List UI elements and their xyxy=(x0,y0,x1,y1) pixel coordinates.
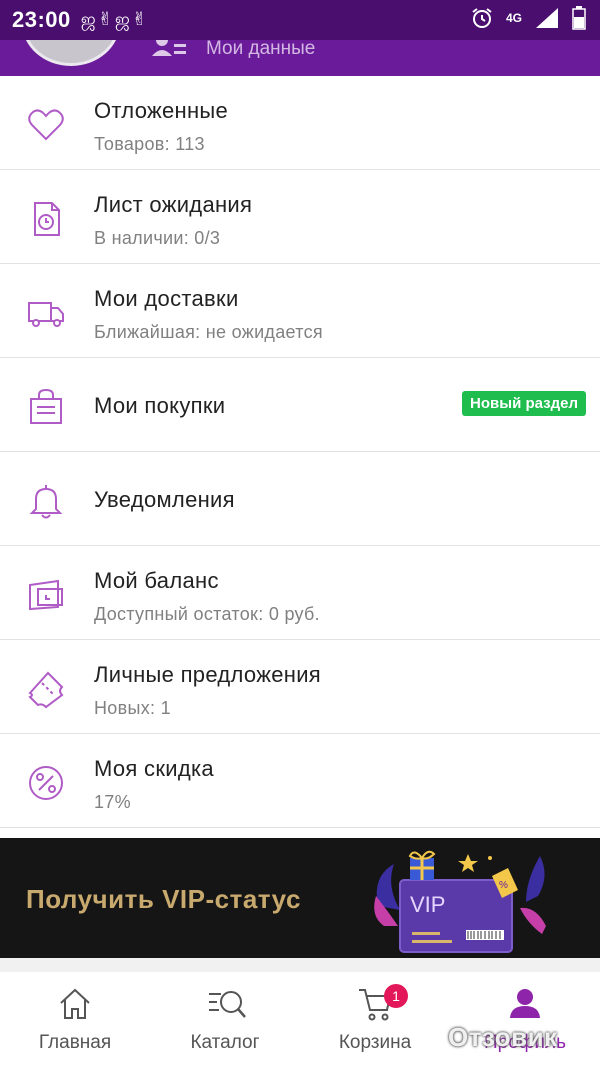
menu-item-subtitle: Новых: 1 xyxy=(94,698,171,718)
menu-item-balance[interactable]: Мой баланс Доступный остаток: 0 руб. xyxy=(0,546,600,640)
vip-banner-text: Получить VIP-статус xyxy=(26,884,301,914)
nav-label: Корзина xyxy=(338,1032,412,1053)
new-section-badge: Новый раздел xyxy=(462,391,586,416)
home-icon xyxy=(60,988,90,1019)
user-card-icon xyxy=(152,40,186,56)
status-time: 23:00 xyxy=(12,7,71,32)
menu-item-discount[interactable]: Моя скидка 17% xyxy=(0,734,600,828)
alarm-icon xyxy=(472,8,492,28)
catalog-search-icon xyxy=(209,991,246,1018)
waitlist-clock-icon xyxy=(34,202,60,236)
my-data-link[interactable]: Мои данные xyxy=(152,40,315,64)
status-bar: 23:00 ஜ✌ஜ✌ 4G xyxy=(0,0,600,40)
menu-item-favorites[interactable]: Отложенные Товаров: 113 xyxy=(0,76,600,170)
my-data-label: Мои данные xyxy=(206,40,316,59)
menu-item-offers[interactable]: Личные предложения Новых: 1 xyxy=(0,640,600,734)
truck-icon xyxy=(28,302,64,327)
notification-icons: ஜ✌ஜ✌ xyxy=(80,8,149,29)
profile-icon xyxy=(510,989,540,1018)
menu-item-purchases[interactable]: Мои покупки Новый раздел xyxy=(0,358,600,452)
menu-item-title: Мои покупки xyxy=(94,393,226,418)
nav-label: Каталог xyxy=(190,1032,260,1053)
bell-icon xyxy=(29,485,63,519)
menu-item-subtitle: Товаров: 113 xyxy=(94,134,205,154)
menu-item-title: Мои доставки xyxy=(94,286,239,311)
menu-item-subtitle: В наличии: 0/3 xyxy=(94,228,221,248)
percent-icon xyxy=(29,766,63,800)
wallet-icon xyxy=(29,579,63,611)
avatar[interactable] xyxy=(22,40,120,66)
vip-card-label: VIP xyxy=(410,892,445,917)
status-icons: 4G xyxy=(470,6,586,30)
nav-catalog[interactable]: Каталог xyxy=(150,972,300,1066)
profile-header: Мои данные xyxy=(0,40,600,76)
vip-tag-label: % xyxy=(499,880,508,891)
menu-item-title: Личные предложения xyxy=(94,662,322,687)
vip-banner[interactable]: Получить VIP-статус VIP % xyxy=(0,838,600,958)
nav-cart[interactable]: 1 Корзина xyxy=(300,972,450,1066)
menu-item-title: Лист ожидания xyxy=(94,192,253,217)
section-divider xyxy=(0,958,600,972)
menu-item-title: Моя скидка xyxy=(94,756,214,781)
watermark: Отзовик xyxy=(448,1022,558,1052)
menu-item-deliveries[interactable]: Мои доставки Ближайшая: не ожидается xyxy=(0,264,600,358)
menu-item-title: Уведомления xyxy=(94,487,235,512)
menu-item-waitlist[interactable]: Лист ожидания В наличии: 0/3 xyxy=(0,170,600,264)
menu-item-subtitle: 17% xyxy=(94,792,131,812)
cart-count-badge: 1 xyxy=(384,984,408,1008)
vip-card-illustration: VIP % xyxy=(374,850,546,953)
menu-item-subtitle: Доступный остаток: 0 руб. xyxy=(94,604,320,624)
nav-label: Главная xyxy=(38,1032,112,1053)
menu-item-subtitle: Ближайшая: не ожидается xyxy=(94,322,323,342)
menu-item-notifications[interactable]: Уведомления xyxy=(0,452,600,546)
network-type: 4G xyxy=(505,11,522,25)
shopping-bag-icon xyxy=(30,388,62,424)
signal-icon xyxy=(536,8,558,28)
menu-item-title: Мой баланс xyxy=(94,568,219,593)
ticket-icon xyxy=(28,671,64,709)
nav-home[interactable]: Главная xyxy=(0,972,150,1066)
battery-icon xyxy=(572,6,586,30)
menu-item-title: Отложенные xyxy=(94,98,229,123)
profile-menu: Отложенные Товаров: 113 Лист ожидания В … xyxy=(0,76,600,828)
heart-icon xyxy=(28,109,64,141)
